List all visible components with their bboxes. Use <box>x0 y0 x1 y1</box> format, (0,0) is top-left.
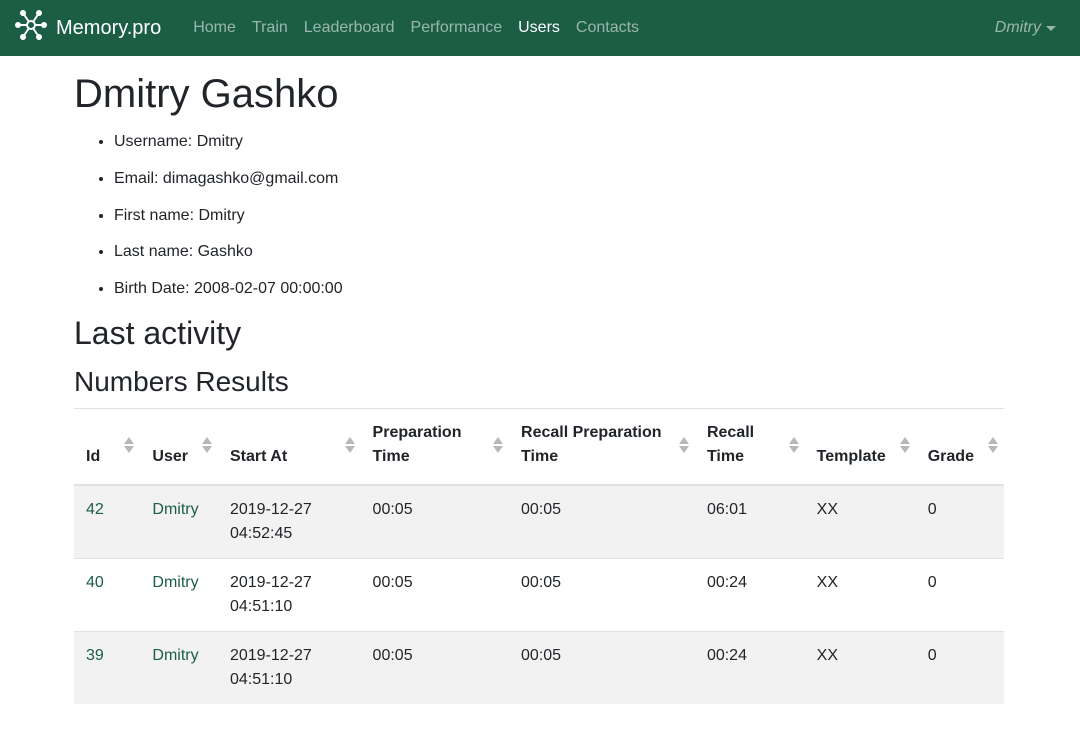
cell-user: Dmitry <box>140 557 218 632</box>
cell-grade: 0 <box>915 630 1004 704</box>
start-time: 04:51:10 <box>229 670 293 688</box>
column-header-recall-time[interactable]: Recall Time <box>694 408 805 486</box>
sort-icon[interactable] <box>678 436 689 455</box>
start-date: 2019-12-27 <box>229 500 312 518</box>
column-label: Recall Time <box>706 423 755 465</box>
cell-template: XX <box>804 557 916 632</box>
column-label: Recall Preparation Time <box>521 423 662 465</box>
cell-recall-time: 00:24 <box>694 630 805 704</box>
nav-performance[interactable]: Performance <box>403 11 511 45</box>
cell-preparation-time: 00:05 <box>360 557 510 632</box>
cell-recall-preparation-time: 00:05 <box>509 484 695 559</box>
user-link[interactable]: Dmitry <box>152 647 198 664</box>
sort-icon[interactable] <box>899 436 910 455</box>
sort-icon[interactable] <box>988 436 998 455</box>
page-title: Dmitry Gashko <box>74 72 339 116</box>
cell-recall-time: 06:01 <box>694 484 805 559</box>
sort-icon[interactable] <box>493 436 504 455</box>
nav-train[interactable]: Train <box>244 11 296 45</box>
brand-name: Memory.pro <box>56 16 162 39</box>
sort-icon[interactable] <box>344 436 355 455</box>
caret-down-icon <box>1046 25 1056 31</box>
detail-first-name: First name: Dmitry <box>114 206 1004 226</box>
cell-template: XX <box>804 484 916 559</box>
table-row: 39 Dmitry 2019-12-27 04:51:10 00:05 00:05… <box>74 630 1004 704</box>
results-table: Id User Start At Preparation Time Recall… <box>74 407 1004 704</box>
start-date: 2019-12-27 <box>229 573 312 591</box>
nav-contacts[interactable]: Contacts <box>568 11 647 45</box>
cell-template: XX <box>804 630 916 704</box>
cell-id: 39 <box>74 630 141 704</box>
result-id-link[interactable]: 40 <box>86 574 104 591</box>
cell-start-at: 2019-12-27 04:51:10 <box>217 630 361 704</box>
nav-leaderboard[interactable]: Leaderboard <box>296 11 403 45</box>
top-navbar: Memory.pro Home Train Leaderboard Perfor… <box>0 0 1080 56</box>
user-link[interactable]: Dmitry <box>152 574 198 591</box>
column-label: Preparation Time <box>372 423 462 465</box>
table-header-row: Id User Start At Preparation Time Recall… <box>74 408 1004 486</box>
column-label: Grade <box>927 447 974 465</box>
cell-grade: 0 <box>915 557 1004 632</box>
sort-icon[interactable] <box>788 436 799 455</box>
nav-users[interactable]: Users <box>510 11 568 45</box>
result-id-link[interactable]: 39 <box>86 647 104 664</box>
cell-start-at: 2019-12-27 04:52:45 <box>217 484 361 559</box>
column-label: Start At <box>229 447 288 465</box>
user-link[interactable]: Dmitry <box>152 501 198 518</box>
detail-email: Email: dimagashko@gmail.com <box>114 169 1004 189</box>
cell-preparation-time: 00:05 <box>360 630 510 704</box>
main-content: Dmitry Gashko Username: Dmitry Email: di… <box>74 56 1004 704</box>
start-time: 04:52:45 <box>229 524 293 542</box>
column-header-recall-preparation-time[interactable]: Recall Preparation Time <box>509 408 695 486</box>
column-header-grade[interactable]: Grade <box>915 408 1004 486</box>
detail-birth-date: Birth Date: 2008-02-07 00:00:00 <box>114 279 1004 299</box>
cell-user: Dmitry <box>140 484 218 559</box>
detail-username: Username: Dmitry <box>114 132 1004 152</box>
table-row: 42 Dmitry 2019-12-27 04:52:45 00:05 00:05… <box>74 484 1004 559</box>
cell-grade: 0 <box>915 484 1004 559</box>
column-label: User <box>152 447 188 465</box>
network-logo-icon <box>14 8 56 48</box>
cell-start-at: 2019-12-27 04:51:10 <box>217 557 361 632</box>
result-id-link[interactable]: 42 <box>86 501 104 518</box>
cell-id: 42 <box>74 484 141 559</box>
brand-link[interactable]: Memory.pro <box>14 8 161 48</box>
start-date: 2019-12-27 <box>229 646 312 664</box>
detail-last-name: Last name: Gashko <box>114 242 1004 262</box>
user-dropdown-label: Dmitry <box>994 19 1041 36</box>
user-dropdown[interactable]: Dmitry <box>995 0 1056 56</box>
nav-home[interactable]: Home <box>185 11 244 45</box>
column-header-user[interactable]: User <box>140 408 218 486</box>
column-label: Id <box>86 447 101 465</box>
column-header-start-at[interactable]: Start At <box>217 408 361 486</box>
table-row: 40 Dmitry 2019-12-27 04:51:10 00:05 00:05… <box>74 557 1004 632</box>
cell-recall-preparation-time: 00:05 <box>509 557 695 632</box>
main-nav: Home Train Leaderboard Performance Users… <box>185 11 647 45</box>
sort-icon[interactable] <box>124 436 135 455</box>
cell-recall-time: 00:24 <box>694 557 805 632</box>
column-header-id[interactable]: Id <box>74 408 141 486</box>
cell-id: 40 <box>74 557 141 632</box>
cell-user: Dmitry <box>140 630 218 704</box>
section-title: Last activity <box>74 314 242 351</box>
subsection-title: Numbers Results <box>74 366 289 398</box>
column-label: Template <box>816 447 886 465</box>
sort-icon[interactable] <box>201 436 212 455</box>
column-header-template[interactable]: Template <box>804 408 916 486</box>
start-time: 04:51:10 <box>229 597 293 615</box>
cell-preparation-time: 00:05 <box>360 484 510 559</box>
cell-recall-preparation-time: 00:05 <box>509 630 695 704</box>
column-header-preparation-time[interactable]: Preparation Time <box>360 408 510 486</box>
profile-details: Username: Dmitry Email: dimagashko@gmail… <box>74 132 1004 299</box>
